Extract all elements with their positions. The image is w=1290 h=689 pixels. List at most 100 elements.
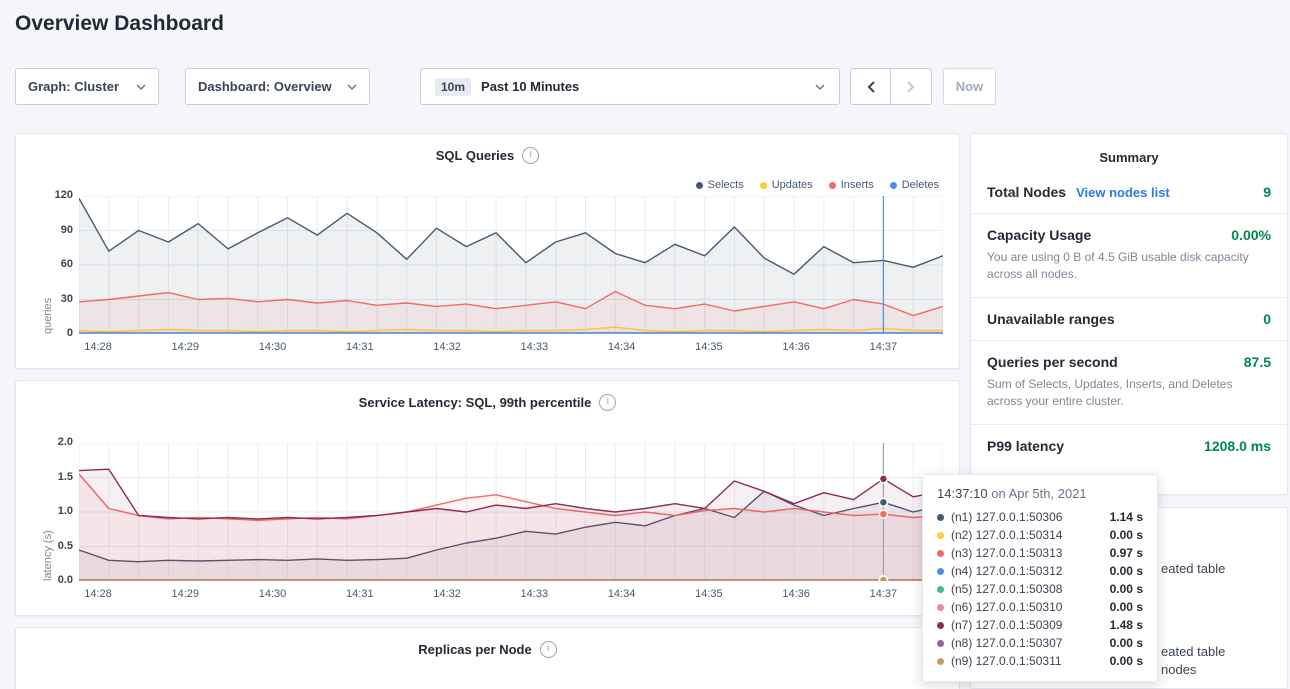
chart-legend: Selects Updates Inserts Deletes (696, 179, 939, 191)
crosshair-dot (879, 576, 887, 581)
tooltip-rows: (n1) 127.0.0.1:50306 1.14 s (n2) 127.0.0.1… (937, 508, 1143, 670)
page-title: Overview Dashboard (15, 12, 224, 36)
chart-canvas (79, 196, 943, 334)
time-next-button[interactable] (891, 68, 932, 105)
legend-item-deletes[interactable]: Deletes (890, 179, 939, 191)
replicas-per-node-title: Replicas per Node i (16, 641, 959, 658)
graph-dropdown-label: Graph: Cluster (28, 79, 119, 94)
sql-queries-chart[interactable] (79, 196, 943, 334)
summary-row: Unavailable ranges0 (971, 298, 1287, 341)
x-tick-label: 14:34 (597, 341, 647, 353)
tooltip-node-label: (n3) 127.0.0.1:50313 (951, 546, 1062, 560)
summary-row-head: Capacity Usage 0.00% (987, 227, 1271, 243)
tooltip-date: on Apr 5th, 2021 (991, 486, 1086, 501)
y-tick-label: 120 (29, 189, 73, 201)
summary-value: 1208.0 ms (1204, 438, 1271, 454)
info-icon[interactable]: i (540, 641, 557, 658)
chart-title-text: SQL Queries (436, 148, 515, 163)
tooltip-node-value: 1.14 s (1110, 510, 1143, 524)
series-color-dot (937, 586, 944, 593)
now-button[interactable]: Now (943, 68, 996, 105)
tooltip-node-value: 0.00 s (1110, 528, 1143, 542)
summary-row-head: P99 latency1208.0 ms (987, 438, 1271, 454)
time-prev-button[interactable] (850, 68, 891, 105)
tooltip-node-value: 0.00 s (1110, 600, 1143, 614)
series-color-dot (937, 622, 944, 629)
summary-rows: Total NodesView nodes list9Capacity Usag… (971, 171, 1287, 467)
x-tick-label: 14:37 (858, 341, 908, 353)
tooltip-node-label: (n2) 127.0.0.1:50314 (951, 528, 1062, 542)
x-tick-label: 14:32 (422, 341, 472, 353)
chevron-down-icon (347, 84, 357, 90)
x-tick-label: 14:31 (335, 588, 385, 600)
crosshair-dot (879, 510, 887, 518)
x-tick-label: 14:30 (248, 588, 298, 600)
event-item-fragment: eated table (1161, 561, 1225, 576)
summary-row: Capacity Usage0.00%You are using 0 B of … (971, 214, 1287, 298)
summary-title: Summary (971, 134, 1287, 171)
tooltip-node-row: (n7) 127.0.0.1:503091.48 s (937, 616, 1143, 634)
chart-hover-tooltip: 14:37:10 on Apr 5th, 2021 (n1) 127.0.0.1… (922, 474, 1158, 682)
series-color-dot (696, 182, 703, 189)
x-tick-label: 14:36 (771, 588, 821, 600)
view-nodes-list-link[interactable]: View nodes list (1076, 185, 1170, 200)
chart-title-text: Service Latency: SQL, 99th percentile (359, 395, 592, 410)
series-color-dot (937, 514, 944, 521)
tooltip-node-label: (n5) 127.0.0.1:50308 (951, 582, 1062, 596)
graph-dropdown[interactable]: Graph: Cluster (15, 68, 159, 105)
legend-item-inserts[interactable]: Inserts (829, 179, 874, 191)
time-range-label: Past 10 Minutes (481, 79, 579, 94)
x-tick-label: 14:29 (160, 588, 210, 600)
legend-item-updates[interactable]: Updates (760, 179, 813, 191)
summary-value: 87.5 (1244, 354, 1271, 370)
summary-value: 0.00% (1231, 227, 1271, 243)
crosshair-dot (879, 475, 887, 483)
y-tick-label: 1.5 (29, 471, 73, 483)
tooltip-node-value: 0.97 s (1110, 546, 1143, 560)
service-latency-chart[interactable] (79, 443, 943, 581)
y-tick-label: 2.0 (29, 436, 73, 448)
replicas-per-node-panel: Replicas per Node i (15, 627, 960, 689)
tooltip-node-value: 0.00 s (1110, 582, 1143, 596)
time-range-badge: 10m (435, 78, 471, 96)
tooltip-header: 14:37:10 on Apr 5th, 2021 (937, 486, 1143, 501)
chevron-left-icon (867, 81, 875, 93)
legend-label: Deletes (902, 179, 939, 191)
legend-label: Updates (772, 179, 813, 191)
dashboard-dropdown-label: Dashboard: Overview (198, 79, 332, 94)
dashboard-dropdown[interactable]: Dashboard: Overview (185, 68, 370, 105)
series-color-dot (760, 182, 767, 189)
tooltip-node-row: (n2) 127.0.0.1:50314 0.00 s (937, 526, 1143, 544)
tooltip-time: 14:37:10 (937, 486, 988, 501)
x-tick-label: 14:35 (684, 588, 734, 600)
series-color-dot (937, 640, 944, 647)
series-color-dot (937, 550, 944, 557)
sql-queries-panel: SQL Queries i Selects Updates Inserts Delet… (15, 133, 960, 369)
y-tick-label: 60 (29, 258, 73, 270)
legend-item-selects[interactable]: Selects (696, 179, 744, 191)
info-icon[interactable]: i (522, 147, 539, 164)
info-icon[interactable]: i (599, 394, 616, 411)
summary-label: Capacity Usage (987, 227, 1091, 243)
tooltip-node-value: 1.48 s (1110, 618, 1143, 632)
x-tick-label: 14:37 (858, 588, 908, 600)
time-range-picker[interactable]: 10m Past 10 Minutes (420, 68, 840, 105)
summary-value: 9 (1263, 184, 1271, 200)
x-tick-label: 14:36 (771, 341, 821, 353)
chevron-down-icon (815, 84, 825, 90)
summary-row: P99 latency1208.0 ms (971, 425, 1287, 467)
series-color-dot (829, 182, 836, 189)
y-tick-label: 1.0 (29, 505, 73, 517)
legend-label: Selects (708, 179, 744, 191)
summary-row-head: Total NodesView nodes list9 (987, 184, 1271, 200)
legend-label: Inserts (841, 179, 874, 191)
x-tick-label: 14:29 (160, 341, 210, 353)
tooltip-node-label: (n1) 127.0.0.1:50306 (951, 510, 1062, 524)
tooltip-node-label: (n4) 127.0.0.1:50312 (951, 564, 1062, 578)
tooltip-node-value: 0.00 s (1110, 636, 1143, 650)
summary-panel: Summary Total NodesView nodes list9Capac… (970, 133, 1288, 495)
x-tick-label: 14:30 (248, 341, 298, 353)
tooltip-node-label: (n9) 127.0.0.1:50311 (951, 654, 1062, 668)
summary-value: 0 (1263, 311, 1271, 327)
y-tick-label: 0.0 (29, 574, 73, 586)
